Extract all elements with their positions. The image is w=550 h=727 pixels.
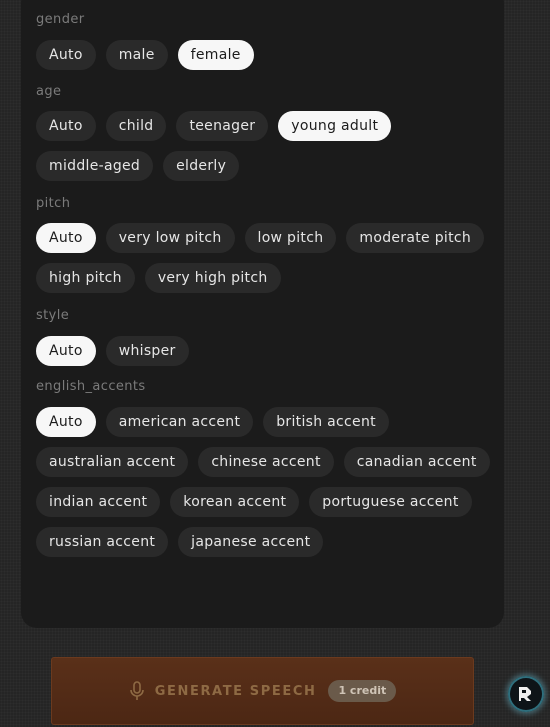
option-chip-age[interactable]: child [105,111,167,141]
option-chip-pitch[interactable]: low pitch [244,223,337,253]
option-chip-english_accents[interactable]: indian accent [36,487,161,517]
option-chip-age[interactable]: teenager [176,111,269,141]
generate-speech-label: GENERATE SPEECH [154,683,317,699]
option-chip-english_accents[interactable]: australian accent [36,447,189,477]
option-chip-english_accents[interactable]: russian accent [36,527,169,557]
option-chip-gender[interactable]: female [177,40,254,70]
logo-glyph [519,687,531,701]
section-label-pitch: pitch [36,196,71,211]
option-chip-english_accents[interactable]: japanese accent [178,527,324,557]
option-chip-pitch[interactable]: very high pitch [144,263,281,293]
option-group-style: Auto whisper [36,336,496,366]
option-chip-english_accents[interactable]: Auto [36,407,96,437]
option-chip-gender[interactable]: male [105,40,168,70]
generate-speech-button[interactable]: GENERATE SPEECH 1 credit [51,657,474,725]
option-chip-age[interactable]: Auto [36,111,96,141]
option-chip-style[interactable]: whisper [105,336,189,366]
section-label-gender: gender [36,12,85,27]
section-label-english_accents: english_accents [36,379,146,394]
app-logo-icon[interactable] [508,676,544,712]
credit-badge: 1 credit [328,680,397,702]
option-chip-english_accents[interactable]: korean accent [170,487,300,517]
microphone-icon [129,681,144,700]
option-chip-english_accents[interactable]: british accent [263,407,389,437]
option-group-english_accents: Auto american accent british accent austral… [36,407,496,557]
option-chip-english_accents[interactable]: chinese accent [198,447,334,477]
option-chip-age[interactable]: elderly [163,151,240,181]
option-chip-english_accents[interactable]: american accent [105,407,254,437]
option-chip-pitch[interactable]: very low pitch [105,223,235,253]
option-chip-gender[interactable]: Auto [36,40,96,70]
section-label-style: style [36,308,70,323]
option-chip-pitch[interactable]: Auto [36,223,96,253]
option-chip-age[interactable]: middle-aged [36,151,154,181]
voice-options-panel: gender Auto male female age Auto child teenager… [21,0,504,628]
option-group-gender: Auto male female [36,40,496,70]
option-chip-style[interactable]: Auto [36,336,96,366]
section-label-age: age [36,84,62,99]
option-chip-english_accents[interactable]: portuguese accent [309,487,472,517]
option-chip-age[interactable]: young adult [278,111,392,141]
option-chip-pitch[interactable]: moderate pitch [346,223,485,253]
option-chip-english_accents[interactable]: canadian accent [343,447,490,477]
option-group-pitch: Auto very low pitch low pitch moderate pitc… [36,223,496,293]
option-chip-pitch[interactable]: high pitch [36,263,135,293]
option-group-age: Auto child teenager young adult middle-aged e… [36,111,496,181]
